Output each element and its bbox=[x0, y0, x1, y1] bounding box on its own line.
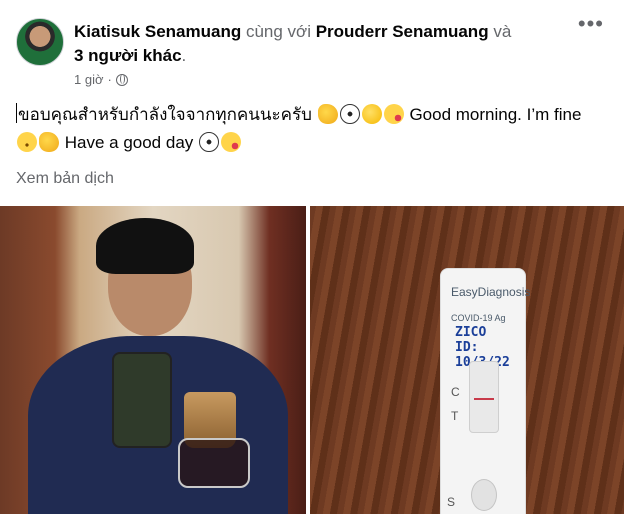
post-card: Kiatisuk Senamuang cùng với Prouderr Sen… bbox=[0, 0, 624, 514]
test-result-mark: T bbox=[451, 409, 459, 423]
test-brand: EasyDiagnosis bbox=[451, 285, 531, 299]
post-time[interactable]: 1 giờ bbox=[74, 72, 104, 87]
post-meta: 1 giờ · bbox=[74, 72, 128, 87]
sample-well bbox=[471, 479, 497, 511]
test-control-mark: C bbox=[451, 385, 460, 399]
smartphone bbox=[112, 352, 172, 448]
message-thai: ขอบคุณสำหรับกำลังใจจากทุกคนนะครับ bbox=[18, 105, 312, 124]
face-blowing-kiss-emoji-icon bbox=[383, 104, 404, 124]
message-english: Good morning. I’m fine bbox=[409, 105, 582, 124]
author-name[interactable]: Kiatisuk Senamuang bbox=[74, 22, 241, 41]
slightly-smiling-face-emoji-icon bbox=[17, 132, 37, 152]
post-author-line: Kiatisuk Senamuang cùng với Prouderr Sen… bbox=[74, 20, 548, 68]
with-text: cùng với bbox=[245, 22, 311, 41]
flexed-biceps-emoji-icon bbox=[317, 104, 338, 124]
post-photo-test-kit[interactable]: EasyDiagnosis COVID-19 Ag ZICO ID: 10/3/… bbox=[310, 206, 624, 514]
text-caret bbox=[16, 103, 17, 123]
author-avatar[interactable] bbox=[16, 18, 64, 66]
test-handwritten-name: ZICO bbox=[455, 325, 487, 340]
message-closing: Have a good day bbox=[64, 133, 194, 152]
tagged-user[interactable]: Prouderr Senamuang bbox=[316, 22, 489, 41]
meta-separator: · bbox=[107, 72, 112, 87]
and-text: và bbox=[493, 22, 512, 41]
test-product: COVID-19 Ag bbox=[451, 313, 506, 323]
thinking-face-emoji-icon bbox=[361, 104, 382, 124]
person-cap bbox=[96, 218, 194, 274]
post-header: Kiatisuk Senamuang cùng với Prouderr Sen… bbox=[16, 18, 608, 87]
more-options-icon[interactable]: ••• bbox=[578, 13, 604, 35]
coffee-mug bbox=[178, 438, 250, 488]
soccer-ball-emoji-icon bbox=[199, 132, 220, 152]
test-sample-mark: S bbox=[447, 495, 456, 509]
face-blowing-kiss-emoji-icon bbox=[221, 132, 242, 152]
period: . bbox=[181, 46, 187, 65]
flexed-biceps-emoji-icon bbox=[39, 132, 59, 152]
covid-test-cassette: EasyDiagnosis COVID-19 Ag ZICO ID: 10/3/… bbox=[440, 268, 530, 514]
control-line bbox=[474, 398, 494, 400]
post-message: ขอบคุณสำหรับกำลังใจจากทุกคนนะครับ Good m… bbox=[16, 101, 594, 157]
globe-icon[interactable] bbox=[115, 73, 128, 86]
tagged-others[interactable]: 3 người khác bbox=[74, 46, 182, 65]
see-translation-link[interactable]: Xem bản dịch bbox=[16, 170, 114, 188]
soccer-ball-emoji-icon bbox=[339, 104, 360, 124]
post-photo-selfie[interactable] bbox=[0, 206, 306, 514]
test-result-window bbox=[469, 361, 499, 433]
